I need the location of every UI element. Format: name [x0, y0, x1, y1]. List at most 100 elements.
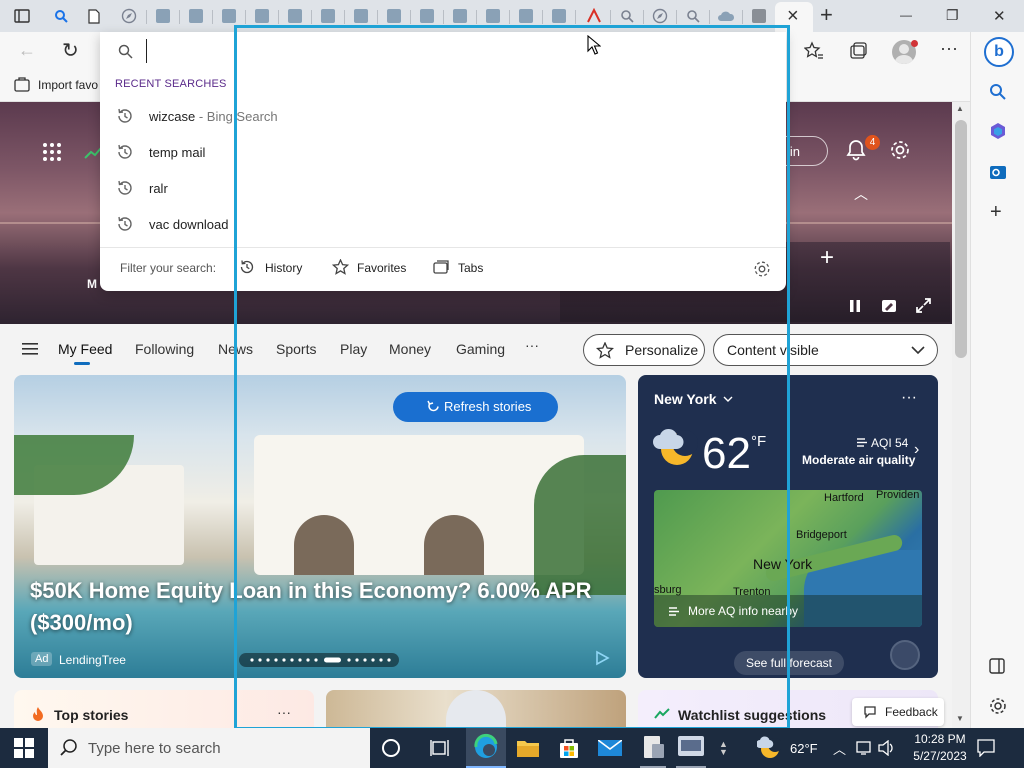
notification-center-icon[interactable] [977, 739, 995, 757]
tab-page-icon[interactable] [483, 6, 503, 26]
task-view-icon[interactable] [430, 739, 450, 757]
favorites-icon[interactable] [804, 41, 824, 61]
tab-page-icon[interactable] [549, 6, 569, 26]
scroll-thumb[interactable] [955, 120, 967, 358]
restore-button[interactable]: ❐ [946, 7, 959, 24]
notification-count: 4 [869, 137, 876, 148]
refresh-button[interactable]: ↻ [62, 38, 79, 63]
clock-date[interactable]: 5/27/2023 [905, 749, 975, 763]
import-favorites-link[interactable]: Import favo [38, 78, 98, 92]
tab-search-icon[interactable] [51, 6, 71, 26]
settings-more-button[interactable]: ··· [940, 38, 958, 59]
tab-actions-icon[interactable] [12, 6, 32, 26]
tab-compass-icon[interactable] [650, 6, 670, 26]
collections-icon[interactable] [848, 41, 868, 61]
office-icon[interactable] [989, 122, 1007, 140]
address-search-icon [118, 44, 133, 59]
tab-page-icon[interactable] [417, 6, 437, 26]
add-sidebar-button[interactable]: + [990, 201, 1002, 224]
minimize-button[interactable]: — [900, 8, 912, 22]
tray-temperature[interactable]: 62°F [790, 741, 818, 756]
tab-page-icon[interactable] [285, 6, 305, 26]
tab-page-icon[interactable] [384, 6, 404, 26]
tab-page-icon[interactable] [252, 6, 272, 26]
expand-icon[interactable] [916, 298, 931, 313]
ad-badge: Ad [31, 652, 53, 666]
aqi-value[interactable]: AQI 54 [871, 436, 908, 450]
menu-icon[interactable] [22, 343, 38, 355]
tab-document-icon[interactable] [84, 6, 104, 26]
tab-page-icon[interactable] [516, 6, 536, 26]
recent-search-text: ralr [149, 181, 168, 196]
map-label-hartford: Hartford [824, 492, 864, 504]
tab-page-icon[interactable] [351, 6, 371, 26]
tab-page-icon[interactable] [318, 6, 338, 26]
collapse-chevron-icon[interactable]: ︿ [854, 184, 868, 204]
add-shortcut-button[interactable]: + [820, 244, 834, 272]
notification-badge: 4 [865, 135, 880, 150]
map-label-bridgeport: Bridgeport [796, 529, 847, 541]
tab-page-icon[interactable] [186, 6, 206, 26]
weather-tray-icon[interactable] [757, 736, 781, 760]
taskbar-search-icon [60, 739, 78, 757]
weather-avatar-icon[interactable] [890, 640, 920, 670]
tab-page-icon[interactable] [450, 6, 470, 26]
filter-search-label: Filter your search: [120, 261, 217, 275]
scroll-up-icon[interactable]: ▲ [956, 104, 964, 113]
network-icon[interactable] [856, 740, 874, 756]
feedback-button[interactable]: Feedback [852, 698, 944, 726]
notifications-icon[interactable] [845, 139, 867, 161]
scroll-down-icon[interactable]: ▼ [956, 714, 964, 723]
pause-icon[interactable] [848, 299, 862, 313]
edge-taskbar-icon[interactable] [466, 728, 506, 768]
mail-icon[interactable] [598, 740, 622, 756]
tray-chevron-icon[interactable]: ︿ [833, 739, 846, 758]
tab-search-icon[interactable] [683, 6, 703, 26]
phone-link-icon[interactable] [640, 732, 666, 768]
recent-search-text: vac download [149, 217, 229, 232]
page-scrollbar[interactable]: ▲ ▼ [952, 102, 970, 728]
sidebar-layout-icon[interactable] [989, 658, 1005, 674]
tab-search-icon[interactable] [617, 6, 637, 26]
back-button[interactable]: ← [18, 40, 36, 61]
tray-scroll-icon[interactable]: ▲ ▼ [719, 740, 728, 757]
tab-page-icon[interactable] [749, 6, 769, 26]
history-icon [116, 143, 134, 161]
taskbar-search-box[interactable]: Type here to search [48, 728, 370, 768]
edge-sidebar: b + [970, 32, 1024, 728]
start-button[interactable] [14, 738, 34, 758]
tab-following[interactable]: Following [135, 341, 194, 357]
cortana-icon[interactable] [382, 739, 400, 757]
page-settings-icon[interactable] [889, 139, 911, 161]
outlook-icon[interactable] [989, 163, 1007, 181]
tab-pdf-icon[interactable] [584, 6, 604, 26]
hero-left-label: M [87, 277, 97, 291]
flame-icon [31, 706, 45, 722]
sidebar-settings-icon[interactable] [989, 697, 1007, 715]
store-icon[interactable] [558, 737, 580, 759]
apps-grid-icon[interactable] [42, 142, 62, 162]
feedback-icon [863, 705, 877, 719]
aqi-chevron-icon[interactable]: › [914, 441, 919, 459]
history-icon [116, 215, 134, 233]
keyboard-app-icon[interactable] [676, 732, 706, 768]
taskbar-search-placeholder: Type here to search [88, 740, 221, 757]
clock-time[interactable]: 10:28 PM [910, 732, 970, 746]
tab-page-icon[interactable] [219, 6, 239, 26]
tab-page-icon[interactable] [153, 6, 173, 26]
edit-background-icon[interactable] [881, 299, 897, 313]
new-tab-button[interactable]: + [820, 2, 833, 28]
tab-compass-icon[interactable] [119, 6, 139, 26]
bing-chat-icon[interactable]: b [984, 37, 1014, 67]
aqi-description[interactable]: Moderate air quality [802, 453, 915, 467]
top-stories-title: Top stories [54, 707, 129, 723]
tab-cloud-icon[interactable] [716, 6, 736, 26]
weather-more-button[interactable]: ··· [901, 389, 917, 407]
close-window-button[interactable]: ✕ [993, 7, 1006, 25]
sponsor-name[interactable]: LendingTree [59, 653, 126, 667]
volume-icon[interactable] [878, 740, 896, 756]
file-explorer-icon[interactable] [516, 738, 540, 758]
active-tab-indicator [74, 362, 90, 365]
sidebar-search-icon[interactable] [989, 83, 1007, 101]
tab-my-feed[interactable]: My Feed [58, 341, 112, 357]
